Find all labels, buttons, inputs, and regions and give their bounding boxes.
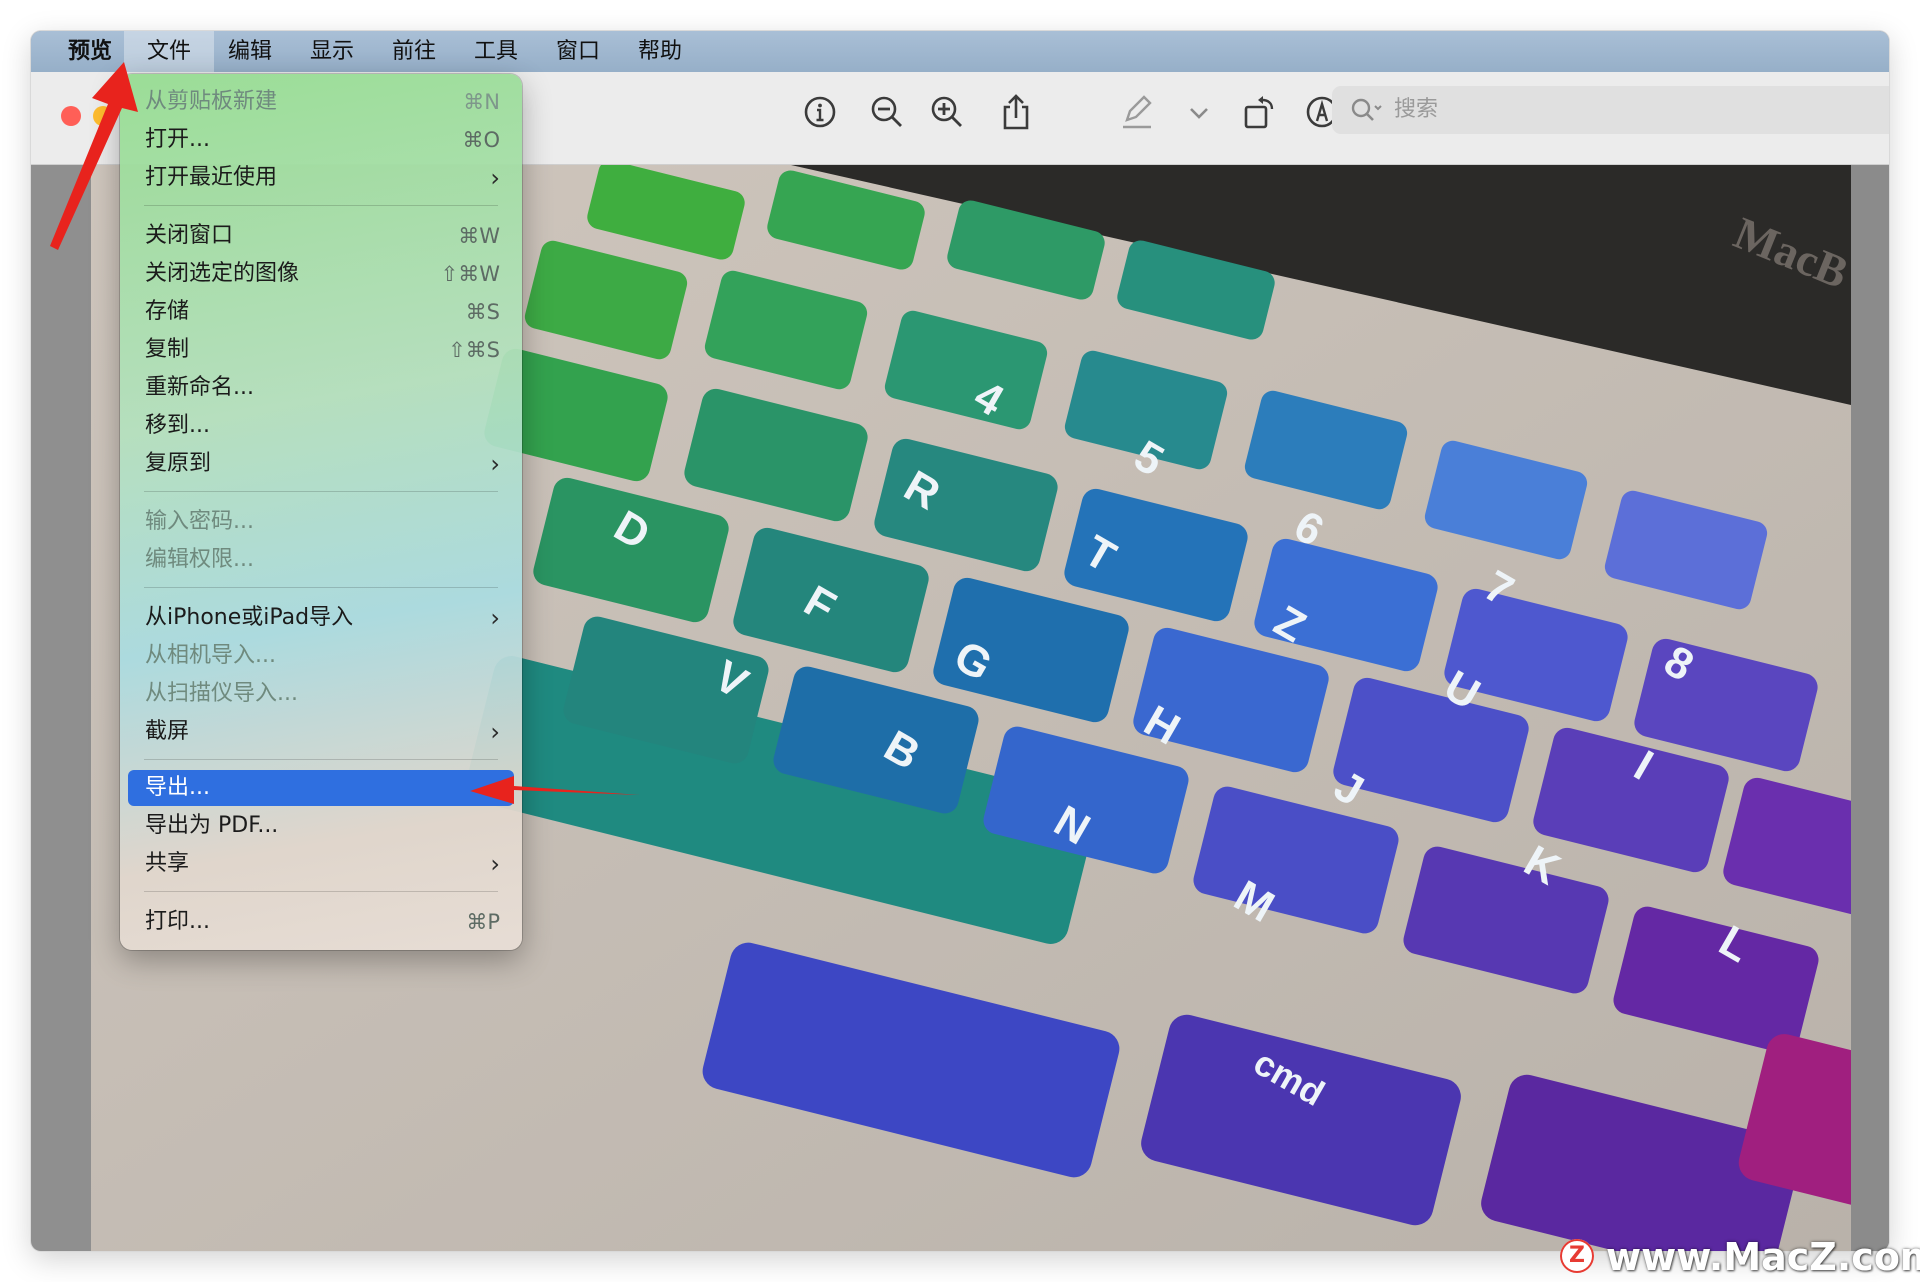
watermark-logo-icon: Z — [1560, 1239, 1594, 1273]
arrow-to-file-menu-icon — [50, 62, 138, 250]
watermark-text: www.MacZ.com — [1606, 1235, 1920, 1279]
watermark: Z www.MacZ.com — [1560, 1233, 1920, 1281]
annotation-arrows — [50, 62, 640, 804]
arrow-to-export-icon — [470, 776, 640, 804]
